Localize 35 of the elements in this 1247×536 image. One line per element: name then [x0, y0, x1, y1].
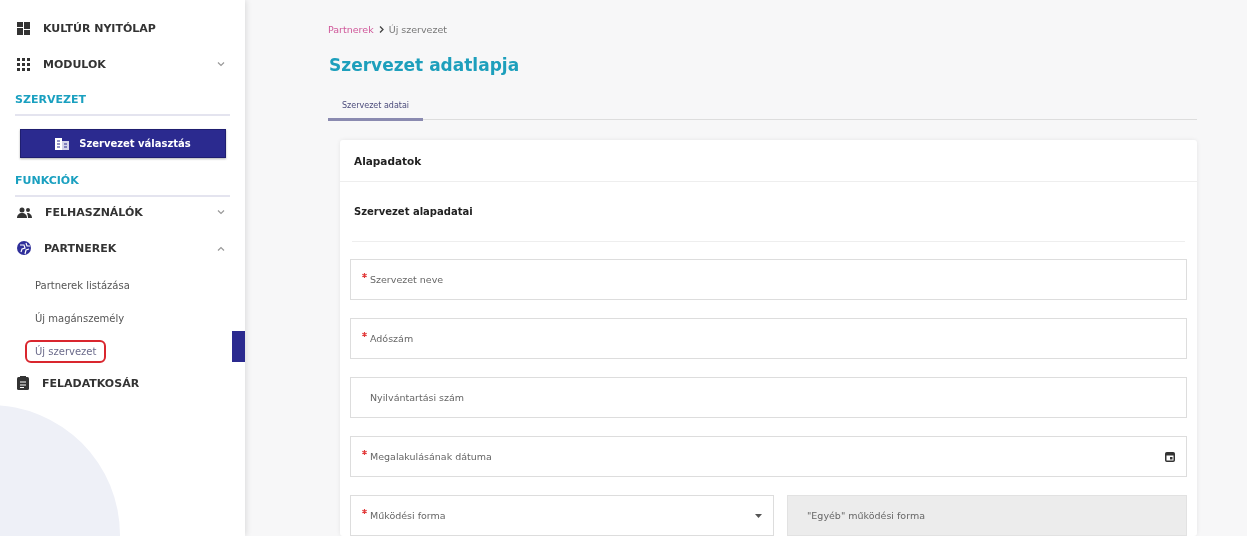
- date-field[interactable]: Megalakulásának dátuma: [350, 436, 1187, 477]
- chevron-down-icon[interactable]: [217, 61, 225, 67]
- nav-item[interactable]: KULTÚR NYITÓLAP: [0, 13, 245, 43]
- page-title: Szervezet adatlapja: [329, 55, 521, 75]
- globe-icon: [17, 241, 31, 255]
- breadcrumb-link[interactable]: Partnerek: [328, 23, 374, 35]
- organization-select-button[interactable]: Szervezet választás: [20, 129, 226, 158]
- tiles-icon: [17, 21, 30, 35]
- nav-group[interactable]: MODULOK: [0, 49, 245, 79]
- nav-group[interactable]: PARTNEREK: [0, 233, 245, 263]
- section-heading: FUNKCIÓK: [15, 174, 230, 197]
- text-field[interactable]: Adószám: [350, 318, 1187, 359]
- nav-subitem[interactable]: Partnerek listázása: [25, 274, 140, 297]
- calendar-icon[interactable]: [1165, 451, 1175, 462]
- section-heading: SZERVEZET: [15, 93, 230, 116]
- section-title: Szervezet alapadatai: [352, 182, 1185, 242]
- card-header: Alapadatok: [340, 140, 1197, 182]
- nav-subitem[interactable]: Új magánszemély: [25, 307, 135, 330]
- tab[interactable]: Szervezet adatai: [328, 101, 424, 121]
- building-icon: [55, 137, 70, 150]
- nav-group[interactable]: FELHASZNÁLÓK: [0, 197, 245, 227]
- caret-icon[interactable]: [755, 514, 762, 518]
- clipboard-icon: [17, 376, 29, 390]
- active-indicator: [232, 331, 245, 362]
- nav-item[interactable]: FELADATKOSÁR: [0, 368, 245, 398]
- text-field[interactable]: Szervezet neve: [350, 259, 1187, 300]
- nav-subitem[interactable]: Új szervezet: [25, 340, 107, 363]
- users-icon: [17, 206, 32, 218]
- select-field[interactable]: Működési forma: [350, 495, 774, 536]
- grid-icon: [17, 57, 30, 71]
- chevron-up-icon[interactable]: [217, 245, 225, 251]
- text-field[interactable]: Nyilvántartási szám: [350, 377, 1187, 418]
- chevron-down-icon[interactable]: [217, 209, 225, 215]
- chevron-right-icon: [378, 25, 384, 33]
- breadcrumb-current: Új szervezet: [388, 23, 447, 35]
